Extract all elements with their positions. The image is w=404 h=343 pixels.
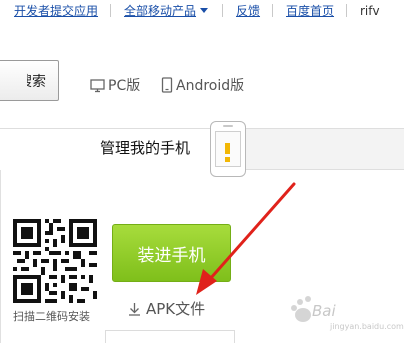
watermark-subtext: jingyan.baidu.com [330, 322, 404, 331]
annotation-arrow [196, 182, 296, 295]
watermark-text: Bai [312, 302, 336, 320]
